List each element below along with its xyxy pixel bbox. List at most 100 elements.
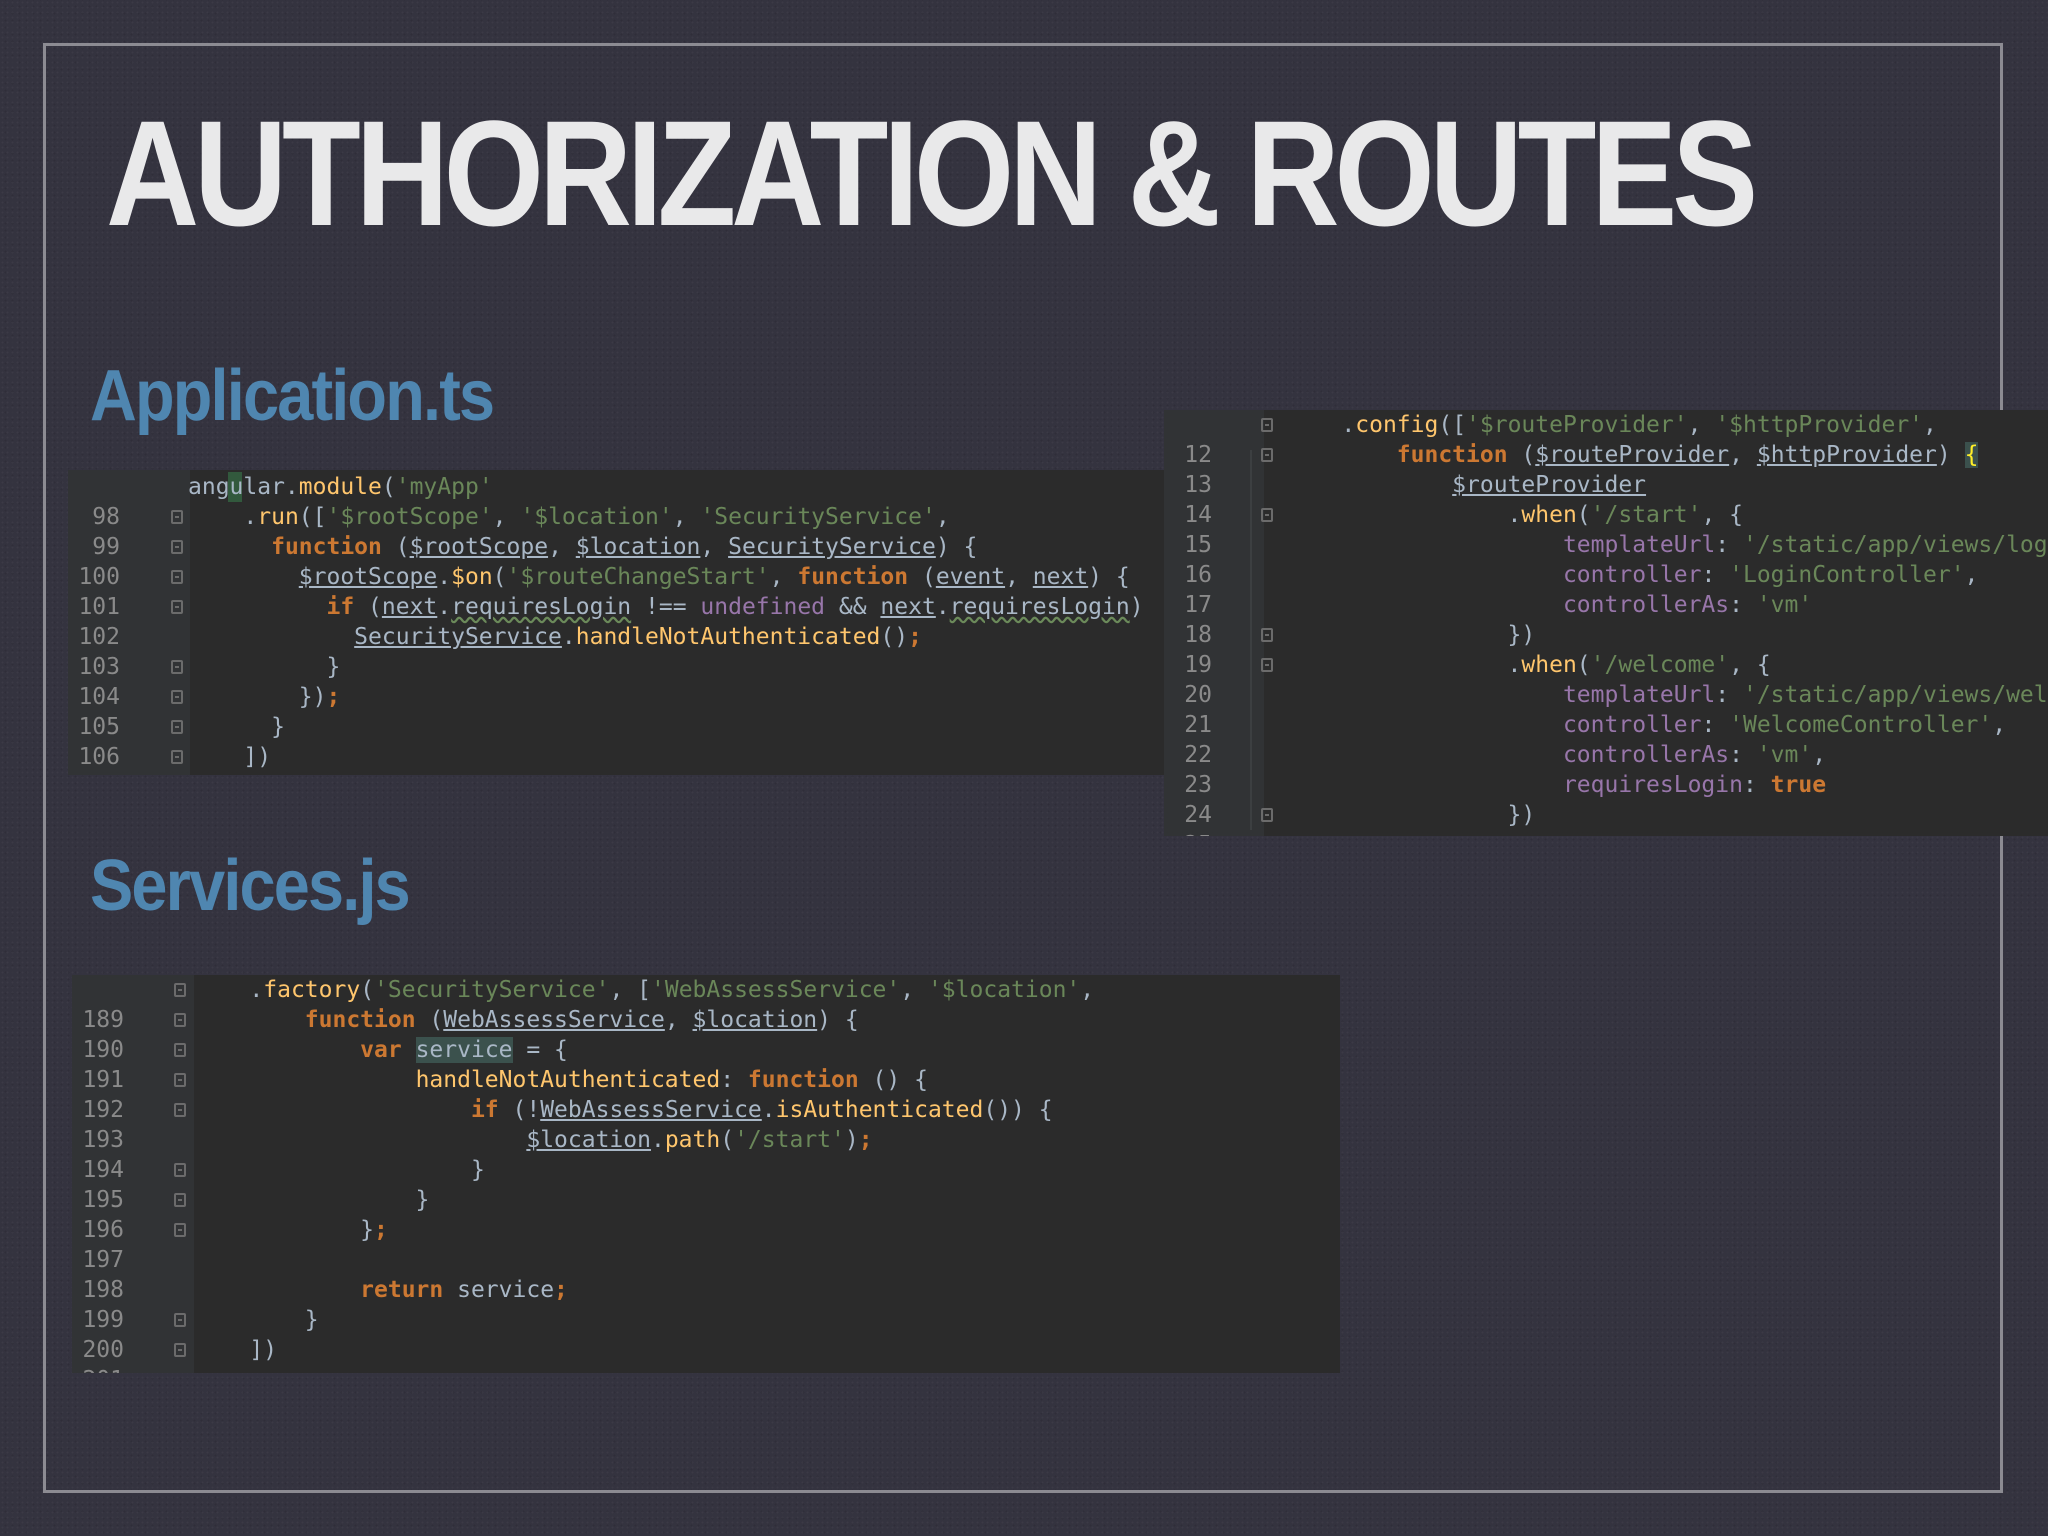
- code-text: if (!WebAssessService.isAuthenticated())…: [470, 1097, 1053, 1123]
- code-line: 104 }: [68, 652, 1166, 710]
- code-text: $routeProvider: [1452, 472, 1647, 498]
- code-line: 24 requiresLogin: true: [1164, 770, 2048, 828]
- line-number: 25: [1164, 830, 1212, 836]
- code-line: 194 $location.path('/start');: [72, 1125, 1340, 1183]
- code-text: .when('/welcome', {: [1286, 652, 1771, 678]
- code-text: function ($rootScope, $location, Securit…: [271, 534, 978, 560]
- fold-icon[interactable]: [174, 1343, 186, 1357]
- code-text: function ($routeProvider, $httpProvider)…: [1396, 442, 1979, 468]
- fold-icon[interactable]: [1261, 808, 1273, 822]
- fold-icon[interactable]: [174, 1163, 186, 1177]
- code-panel-services: 189 .factory('SecurityService', ['WebAss…: [72, 975, 1340, 1373]
- fold-icon[interactable]: [171, 540, 183, 554]
- code-text: }: [188, 654, 341, 680]
- code-line: 190 function (WebAssessService, $locatio…: [72, 1005, 1340, 1063]
- code-text: templateUrl: '/static/app/views/log: [1562, 532, 2048, 558]
- code-text: var service = {: [360, 1037, 568, 1063]
- code-line: 200 }: [72, 1305, 1340, 1363]
- code-line: 195 }: [72, 1155, 1340, 1213]
- code-line: 98 angular.module('myApp': [68, 472, 1166, 530]
- fold-icon[interactable]: [1261, 628, 1273, 642]
- fold-icon[interactable]: [171, 720, 183, 734]
- code-line: 13 function ($routeProvider, $httpProvid…: [1164, 440, 2048, 498]
- code-line: 20 .when('/welcome', {: [1164, 650, 2048, 708]
- code-line: 191 var service = {: [72, 1035, 1340, 1093]
- code-text: return service;: [360, 1277, 568, 1303]
- code-panel-app-config: 12 .config(['$routeProvider', '$httpProv…: [1164, 410, 2048, 836]
- code-text: ]): [188, 744, 272, 770]
- code-line: 25 }): [1164, 800, 2048, 836]
- code-line: 23 controllerAs: 'vm',: [1164, 740, 2048, 798]
- code-line: 18 controllerAs: 'vm': [1164, 590, 2048, 648]
- fold-icon[interactable]: [174, 1103, 186, 1117]
- code-line: 193 if (!WebAssessService.isAuthenticate…: [72, 1095, 1340, 1153]
- fold-icon[interactable]: [1261, 658, 1273, 672]
- fold-icon[interactable]: [174, 1193, 186, 1207]
- fold-icon[interactable]: [171, 690, 183, 704]
- code-line: 107 ]): [68, 742, 1166, 775]
- fold-icon[interactable]: [171, 600, 183, 614]
- code-line: 15 .when('/start', {: [1164, 500, 2048, 558]
- code-line: 106 }: [68, 712, 1166, 770]
- code-line: 100 function ($rootScope, $location, Sec…: [68, 532, 1166, 590]
- fold-icon[interactable]: [174, 1313, 186, 1327]
- code-text: $rootScope.$on('$routeChangeStart', func…: [298, 564, 1130, 590]
- code-text: controller: 'WelcomeController',: [1562, 712, 2007, 738]
- code-line: 99 .run(['$rootScope', '$location', 'Sec…: [68, 502, 1166, 560]
- section-heading-services: Services.js: [90, 846, 411, 926]
- code-text: controllerAs: 'vm': [1562, 592, 1813, 618]
- code-line: 103 SecurityService.handleNotAuthenticat…: [68, 622, 1166, 680]
- code-text: controller: 'LoginController',: [1562, 562, 1979, 588]
- code-line: 189 .factory('SecurityService', ['WebAss…: [72, 975, 1340, 1033]
- fold-icon[interactable]: [174, 1223, 186, 1237]
- code-text: }: [194, 1157, 485, 1183]
- code-text: }: [188, 714, 285, 740]
- code-panel-app-run: 98 angular.module('myApp' 99 .run(['$roo…: [68, 470, 1166, 775]
- code-line: 19 }): [1164, 620, 2048, 678]
- code-line: 199 return service;: [72, 1275, 1340, 1333]
- code-text: function (WebAssessService, $location) {: [304, 1007, 859, 1033]
- line-number: 107: [68, 772, 120, 775]
- code-text: ]): [194, 1337, 278, 1363]
- fold-icon[interactable]: [174, 1043, 186, 1057]
- code-text: }): [1286, 802, 1536, 828]
- code-text: .when('/start', {: [1286, 502, 1743, 528]
- code-line: 201 ]): [72, 1335, 1340, 1373]
- code-text: controllerAs: 'vm',: [1562, 742, 1827, 768]
- code-line: 101 $rootScope.$on('$routeChangeStart', …: [68, 562, 1166, 620]
- code-line: 192 handleNotAuthenticated: function () …: [72, 1065, 1340, 1123]
- code-line: 21 templateUrl: '/static/app/views/wel: [1164, 680, 2048, 738]
- fold-icon[interactable]: [174, 1073, 186, 1087]
- code-line: 17 controller: 'LoginController',: [1164, 560, 2048, 618]
- code-text: };: [194, 1217, 388, 1243]
- code-line: 197 };: [72, 1215, 1340, 1273]
- code-text: }: [194, 1187, 430, 1213]
- fold-icon[interactable]: [171, 510, 183, 524]
- code-line: 102 if (next.requiresLogin !== undefined…: [68, 592, 1166, 650]
- fold-icon[interactable]: [1261, 418, 1273, 432]
- fold-icon[interactable]: [171, 660, 183, 674]
- code-text: }): [1286, 622, 1536, 648]
- fold-icon[interactable]: [174, 983, 186, 997]
- section-heading-application: Application.ts: [90, 356, 495, 436]
- code-text: $location.path('/start');: [526, 1127, 873, 1153]
- line-number: 201: [72, 1365, 124, 1373]
- fold-icon[interactable]: [171, 570, 183, 584]
- code-line: 14 $routeProvider: [1164, 470, 2048, 528]
- slide-title: AUTHORIZATION & ROUTES: [106, 89, 1758, 257]
- fold-icon[interactable]: [174, 1013, 186, 1027]
- code-text: }: [194, 1307, 319, 1333]
- code-line: 105 });: [68, 682, 1166, 740]
- code-text: .factory('SecurityService', ['WebAssessS…: [194, 977, 1095, 1003]
- code-text: templateUrl: '/static/app/views/wel: [1562, 682, 2048, 708]
- code-text: SecurityService.handleNotAuthenticated()…: [354, 624, 922, 650]
- code-line: 22 controller: 'WelcomeController',: [1164, 710, 2048, 768]
- code-text: handleNotAuthenticated: function () {: [415, 1067, 928, 1093]
- code-line: 12 .config(['$routeProvider', '$httpProv…: [1164, 410, 2048, 468]
- code-line: 196 }: [72, 1185, 1340, 1243]
- fold-icon[interactable]: [1261, 508, 1273, 522]
- code-text: .config(['$routeProvider', '$httpProvide…: [1286, 412, 1937, 438]
- fold-icon[interactable]: [1261, 448, 1273, 462]
- fold-icon[interactable]: [171, 750, 183, 764]
- code-line: 198: [72, 1245, 1340, 1303]
